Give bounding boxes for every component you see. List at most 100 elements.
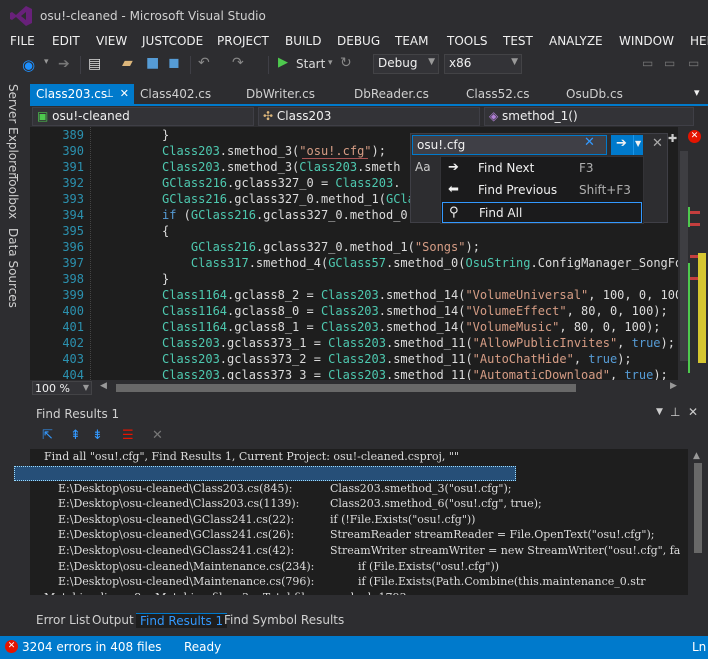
save-all-icon[interactable]: ◼ [168, 55, 180, 71]
pin-icon[interactable]: ⊥ [670, 405, 680, 419]
layout-icon[interactable]: ▭ [664, 56, 675, 70]
tab-dbreader-cs[interactable]: DbReader.cs [348, 84, 460, 104]
start-dropdown-icon[interactable]: ▾ [328, 58, 333, 68]
result-path[interactable]: E:\Desktop\osu-cleaned\GClass241.cs(22): [58, 513, 294, 526]
menu-tools[interactable]: TOOLS [447, 34, 488, 48]
bottom-tab-find-symbol-results[interactable]: Find Symbol Results [220, 613, 348, 627]
code-line[interactable]: { [162, 224, 169, 238]
code-line[interactable]: Class203.smethod_3("osu!.cfg"); [162, 144, 386, 158]
close-find-icon[interactable]: ✕ [652, 136, 663, 151]
side-tab-data-sources[interactable]: Data Sources [6, 228, 20, 308]
tab-dbwriter-cs[interactable]: DbWriter.cs [240, 84, 348, 104]
pin-icon[interactable]: ⊥ [104, 87, 114, 100]
result-path[interactable]: E:\Desktop\osu-cleaned\GClass241.cs(42): [58, 544, 294, 557]
forward-icon[interactable]: ➔ [58, 56, 70, 72]
result-path[interactable]: E:\Desktop\osu-cleaned\Maintenance.cs(23… [58, 560, 314, 573]
scroll-thumb[interactable] [694, 463, 702, 553]
scroll-up-icon[interactable]: ▲ [693, 451, 700, 461]
split-icon[interactable]: ✚ [668, 132, 677, 145]
vertical-scrollbar[interactable]: ✚ ✕ [668, 127, 708, 380]
clear-all-icon[interactable]: ☰ [122, 428, 134, 443]
find-input[interactable]: osu!.cfg [412, 135, 607, 155]
menu-debug[interactable]: DEBUG [337, 34, 380, 48]
code-line[interactable]: if (GClass216.gclass327_0.method_0() != [162, 208, 451, 222]
bottom-tab-find-results-1[interactable]: Find Results 1 [136, 613, 228, 628]
menu-test[interactable]: TEST [503, 34, 533, 48]
code-line[interactable]: GClass216.gclass327_0 = Class203. [162, 176, 400, 190]
result-path[interactable]: E:\Desktop\osu-cleaned\GClass241.cs(26): [58, 528, 294, 541]
code-line[interactable]: Class203.gclass373_2 = Class203.smethod_… [162, 352, 632, 366]
go-to-location-icon[interactable]: ⇱ [42, 428, 53, 443]
configuration-select[interactable]: Debug ▼ [373, 54, 439, 74]
menu-justcode[interactable]: JUSTCODE [142, 34, 203, 48]
undo-icon[interactable]: ↶ [198, 55, 210, 71]
tab-class203-cs[interactable]: Class203.cs ⊥ ✕ [30, 84, 134, 104]
menu-build[interactable]: BUILD [285, 34, 321, 48]
side-tab-server-explorer[interactable]: Server Explorer [6, 84, 20, 177]
code-line[interactable]: Class1164.gclass8_0 = Class203.smethod_1… [162, 304, 668, 318]
new-project-icon[interactable]: ▤ [88, 56, 101, 72]
previous-result-icon[interactable]: ⇞ [70, 428, 81, 443]
code-line[interactable]: Class1164.gclass8_2 = Class203.smethod_1… [162, 288, 678, 302]
find-menu-find-next[interactable]: ➔ Find Next F3 [442, 158, 642, 179]
code-line[interactable]: GClass216.gclass327_0.method_1(GClass58. [162, 192, 451, 206]
code-line[interactable]: Class203.gclass373_3 = Class203.smethod_… [162, 368, 668, 380]
menu-window[interactable]: WINDOW [619, 34, 674, 48]
find-menu-find-all[interactable]: ⚲ Find All [442, 202, 642, 223]
code-line[interactable]: Class203.gclass373_1 = Class203.smethod_… [162, 336, 675, 350]
result-code[interactable]: if (File.Exists(Path.Combine(this.mainte… [330, 575, 646, 588]
menu-edit[interactable]: EDIT [52, 34, 80, 48]
find-next-button[interactable]: ➔ [611, 135, 633, 155]
member-dropdown[interactable]: ◈ smethod_1() [484, 107, 694, 126]
platform-select[interactable]: x86 ▼ [444, 54, 522, 74]
menu-file[interactable]: FILE [10, 34, 35, 48]
refresh-icon[interactable]: ↻ [340, 55, 352, 71]
result-code[interactable]: if (File.Exists("osu!.cfg")) [330, 560, 499, 573]
find-menu-find-previous[interactable]: ⬅ Find Previous Shift+F3 [442, 180, 642, 201]
menu-analyze[interactable]: ANALYZE [549, 34, 603, 48]
next-result-icon[interactable]: ⇟ [92, 428, 103, 443]
error-count[interactable]: 3204 errors in 408 files [22, 640, 161, 654]
save-icon[interactable]: ■ [146, 55, 159, 71]
find-options-dropdown[interactable]: ▼ [633, 135, 643, 155]
close-tab-icon[interactable]: ✕ [120, 87, 129, 100]
code-line[interactable]: Class203.smethod_3(Class203.smeth [162, 160, 400, 174]
start-icon[interactable]: ▶ [278, 55, 288, 70]
back-icon[interactable]: ◉ [22, 56, 35, 74]
tab-overflow-icon[interactable]: ▾ [694, 86, 700, 99]
code-line[interactable]: } [162, 128, 169, 142]
result-path[interactable]: E:\Desktop\osu-cleaned\Class203.cs(845): [58, 482, 292, 495]
result-path[interactable]: E:\Desktop\osu-cleaned\Class203.cs(1139)… [58, 497, 299, 510]
menu-project[interactable]: PROJECT [217, 34, 269, 48]
menu-hel[interactable]: HEL [690, 34, 708, 48]
scroll-left-icon[interactable]: ◀ [100, 381, 107, 391]
results-scrollbar[interactable]: ▲ [688, 449, 708, 609]
scroll-right-icon[interactable]: ▶ [670, 381, 677, 391]
tab-class402-cs[interactable]: Class402.cs [134, 84, 240, 104]
bottom-tab-output[interactable]: Output [88, 613, 138, 627]
result-code[interactable]: Class203.smethod_6("osu!.cfg", true); [330, 497, 542, 510]
open-folder-icon[interactable]: ▰ [122, 55, 133, 71]
redo-icon[interactable]: ↷ [232, 55, 244, 71]
tab-osudb-cs[interactable]: OsuDb.cs [560, 84, 658, 104]
dropdown-icon[interactable]: ▼ [656, 407, 663, 417]
horizontal-scroll-thumb[interactable] [116, 384, 576, 392]
result-code[interactable]: StreamReader streamReader = File.OpenTex… [330, 528, 654, 541]
scroll-track[interactable] [680, 151, 688, 361]
code-line[interactable]: GClass216.gclass327_0.method_1("Songs"); [162, 240, 480, 254]
result-code[interactable]: if (!File.Exists("osu!.cfg")) [330, 513, 475, 526]
stop-search-icon[interactable]: ✕ [152, 428, 163, 443]
match-case-toggle[interactable]: Aa [415, 160, 431, 174]
layout-icon[interactable]: ▭ [688, 56, 699, 70]
side-tab-toolbox[interactable]: Toolbox [6, 174, 20, 219]
layout-icon[interactable]: ▭ [642, 56, 653, 70]
chevron-down-icon[interactable]: ▾ [44, 57, 49, 67]
code-line[interactable]: Class317.smethod_4(GClass57.smethod_0(Os… [162, 256, 678, 270]
code-line[interactable]: Class1164.gclass8_1 = Class203.smethod_1… [162, 320, 661, 334]
clear-search-icon[interactable]: ✕ [584, 135, 595, 150]
project-dropdown[interactable]: ▣ osu!-cleaned [32, 107, 254, 126]
zoom-select[interactable]: 100 % ▼ [32, 381, 92, 395]
result-code[interactable]: StreamWriter streamWriter = new StreamWr… [330, 544, 680, 557]
code-line[interactable]: } [162, 272, 169, 286]
class-dropdown[interactable]: ✣ Class203 [258, 107, 480, 126]
